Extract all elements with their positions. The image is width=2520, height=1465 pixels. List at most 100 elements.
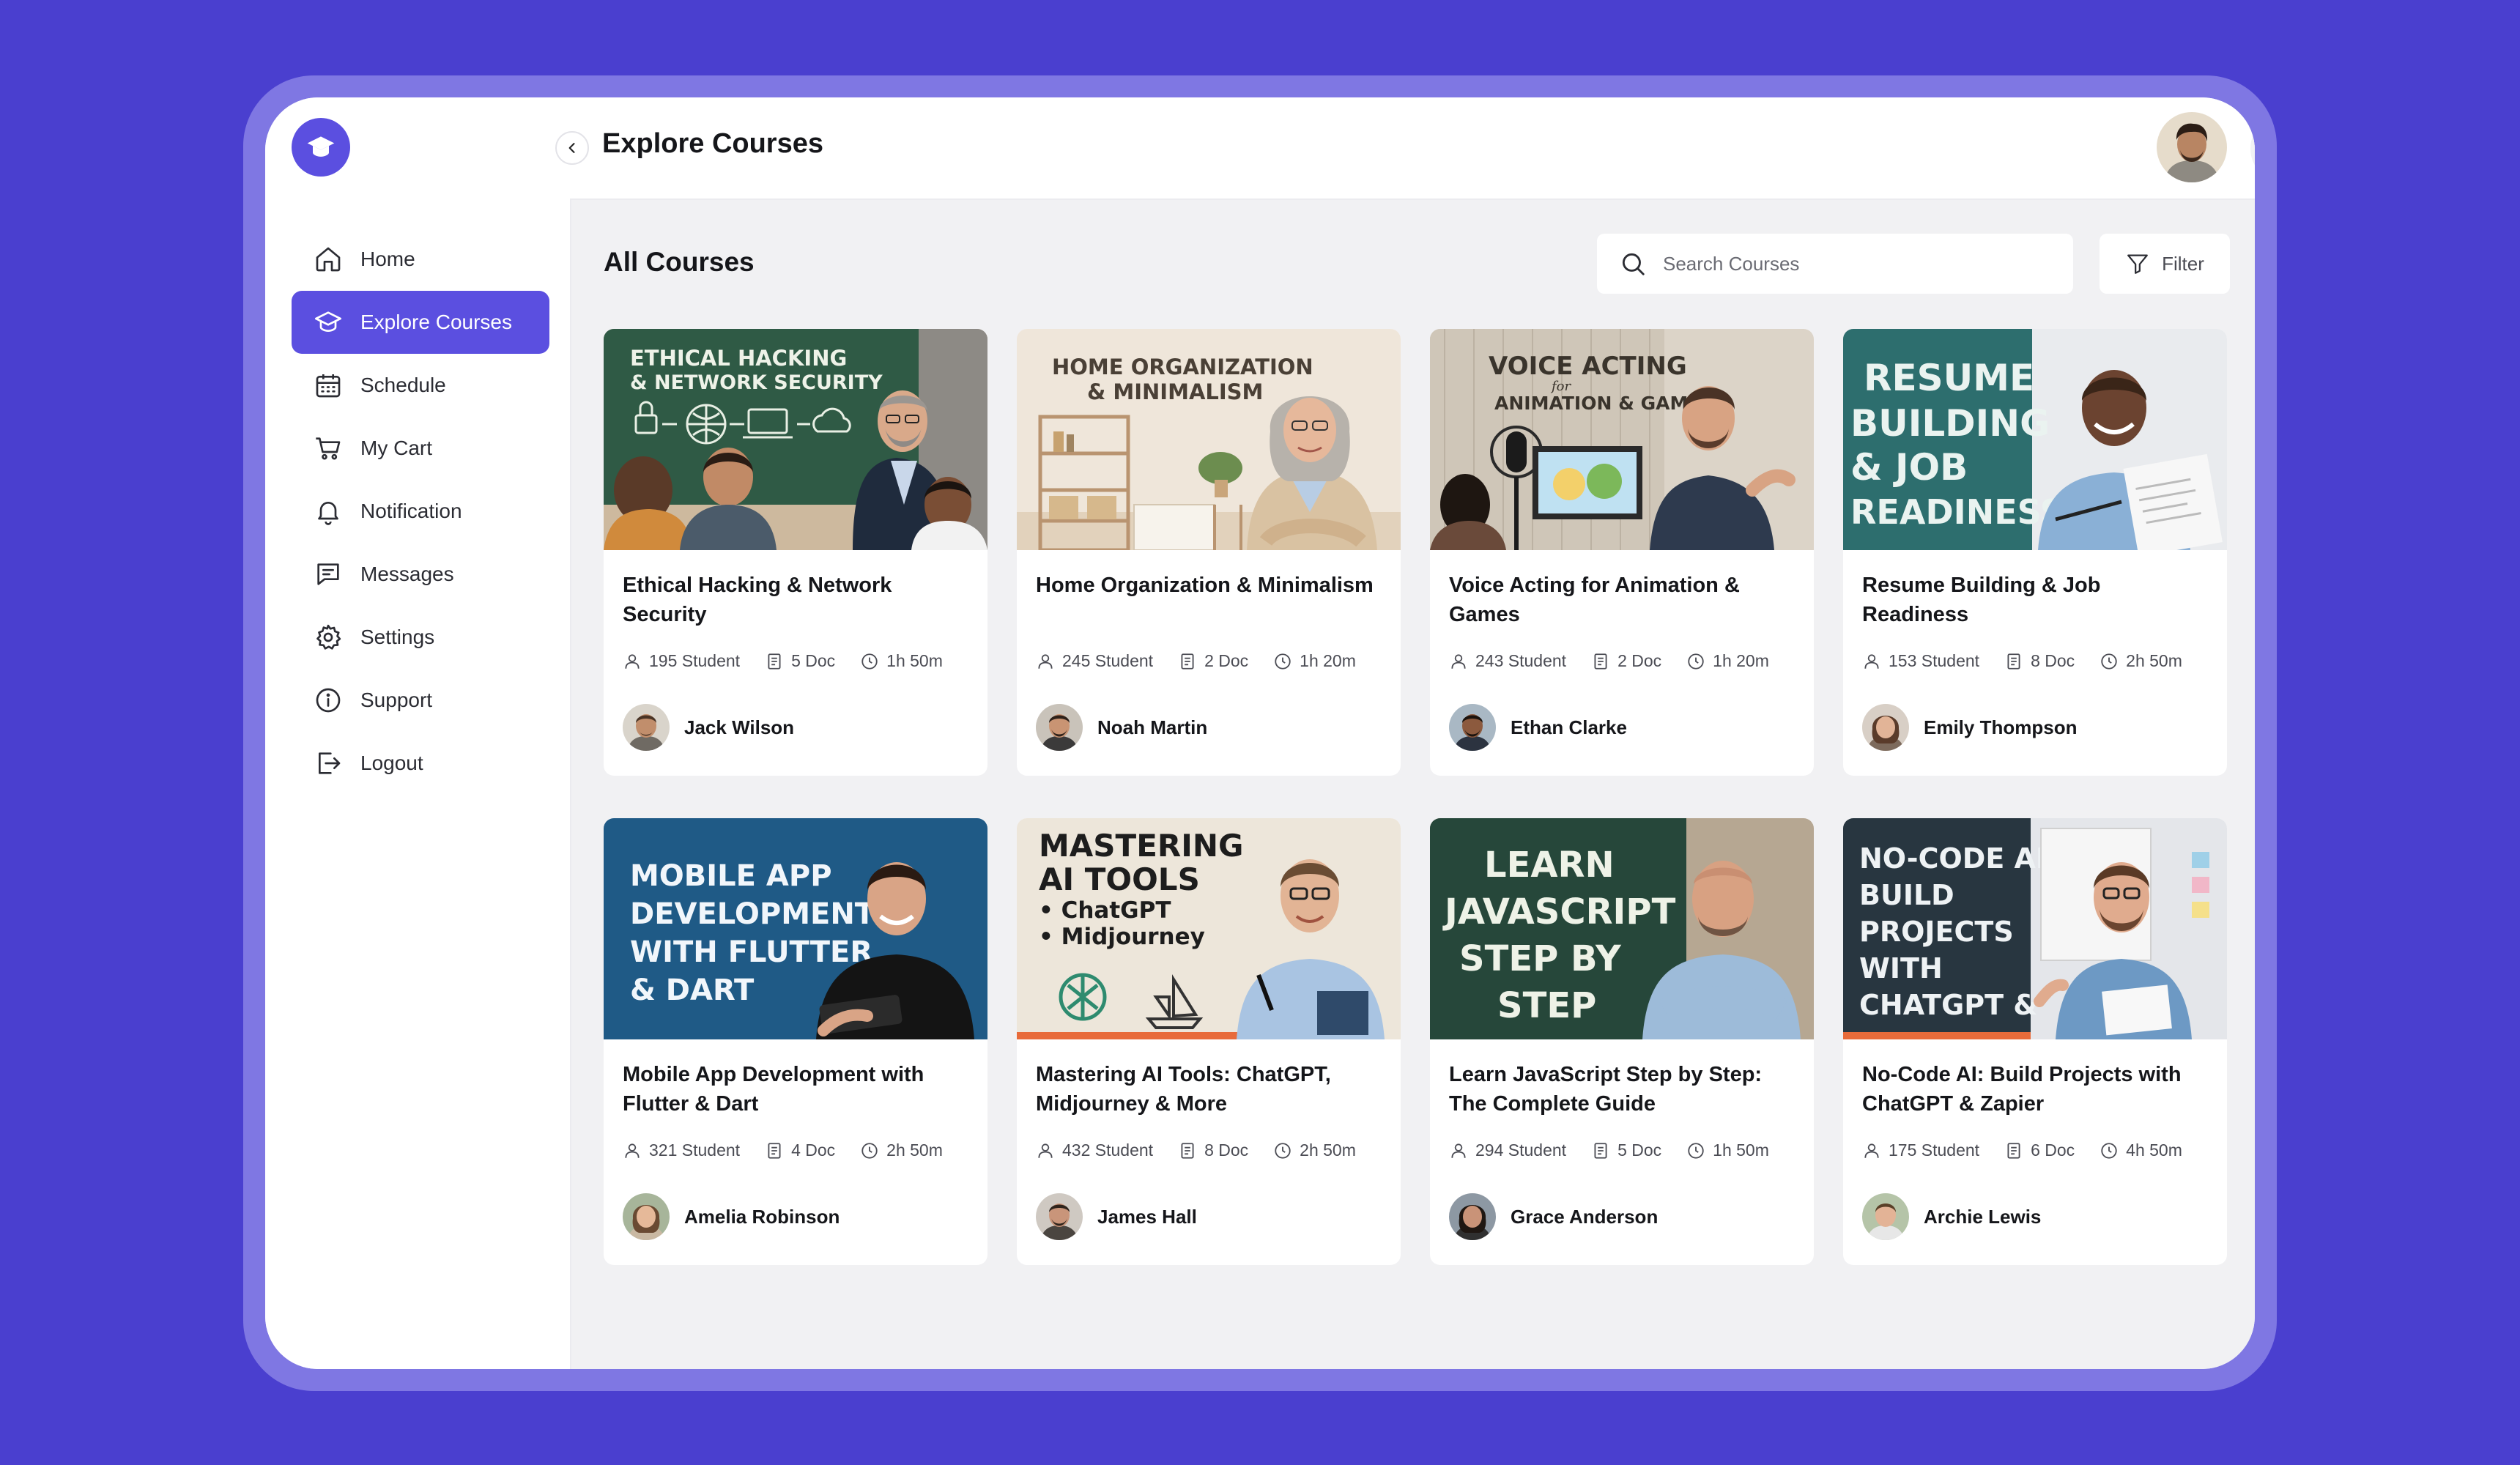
instructor: Jack Wilson [623, 704, 794, 751]
course-card[interactable]: LEARN JAVASCRIPT STEP BY STEP Learn Java… [1430, 818, 1814, 1265]
user-icon [1449, 1141, 1468, 1160]
thumbnail-text: for [1550, 379, 1571, 394]
instructor: Grace Anderson [1449, 1193, 1658, 1240]
instructor: Emily Thompson [1862, 704, 2077, 751]
course-card[interactable]: NO-CODE AI: BUILD PROJECTS WITH CHATGPT … [1843, 818, 2227, 1265]
sidebar-item-logout[interactable]: Logout [292, 732, 549, 795]
course-meta: 432 Student 8 Doc 2h 50m [1036, 1141, 1356, 1160]
course-title: Ethical Hacking & Network Security [623, 574, 892, 626]
document-icon [765, 1141, 784, 1160]
clock-icon [860, 652, 879, 671]
user-icon [1449, 652, 1468, 671]
graduation-cap-icon [312, 306, 344, 338]
document-icon [2004, 1141, 2023, 1160]
thumbnail-text: & DART [630, 973, 755, 1007]
course-card[interactable]: VOICE ACTING for ANIMATION & GAMES Voice… [1430, 329, 1814, 776]
document-icon [1591, 652, 1610, 671]
messages-button[interactable] [2250, 115, 2255, 182]
graduation-cap-icon [307, 136, 335, 157]
user-avatar[interactable] [2157, 112, 2227, 182]
course-title: Voice Acting for Animation & Games [1449, 574, 1740, 626]
course-meta: 243 Student 2 Doc 1h 20m [1449, 651, 1769, 671]
instructor: Ethan Clarke [1449, 704, 1627, 751]
duration: 1h 50m [886, 651, 943, 670]
app-logo[interactable] [292, 118, 350, 177]
student-count: 321 Student [649, 1141, 741, 1160]
duration: 4h 50m [2126, 1141, 2182, 1160]
cart-icon [312, 432, 344, 464]
thumbnail-text: LEARN [1484, 845, 1615, 886]
instructor-avatar [623, 704, 670, 751]
sidebar-item-label: Settings [360, 626, 435, 648]
student-count: 153 Student [1889, 651, 1980, 670]
course-meta: 153 Student 8 Doc 2h 50m [1862, 651, 2182, 671]
sidebar-item-label: Support [360, 689, 433, 711]
document-icon [765, 652, 784, 671]
student-count: 243 Student [1475, 651, 1567, 670]
top-bar: Explore Courses [555, 97, 2255, 200]
sidebar-item-notification[interactable]: Notification [292, 480, 549, 543]
thumbnail-text: ANIMATION & GAMES [1494, 393, 1713, 414]
instructor-name: Ethan Clarke [1511, 716, 1627, 738]
course-card[interactable]: MOBILE APP DEVELOPMENT WITH FLUTTER & DA… [604, 818, 987, 1265]
course-meta: 175 Student 6 Doc 4h 50m [1862, 1141, 2182, 1160]
course-card[interactable]: MASTERING AI TOOLS • ChatGPT • Midjourne… [1017, 818, 1401, 1265]
user-icon [1862, 652, 1881, 671]
clock-icon [2100, 1141, 2119, 1160]
course-meta: 294 Student 5 Doc 1h 50m [1449, 1141, 1769, 1160]
filter-label: Filter [2162, 252, 2204, 275]
search-input[interactable] [1661, 251, 2060, 276]
sidebar-item-label: Explore Courses [360, 311, 512, 333]
instructor-name: Archie Lewis [1924, 1205, 2042, 1228]
thumbnail-text: & MINIMALISM [1087, 379, 1263, 404]
sidebar-item-messages[interactable]: Messages [292, 543, 549, 606]
student-count: 432 Student [1062, 1141, 1154, 1160]
student-count: 294 Student [1475, 1141, 1567, 1160]
course-thumbnail: ETHICAL HACKING & NETWORK SECURITY [604, 329, 987, 550]
course-thumbnail: NO-CODE AI: BUILD PROJECTS WITH CHATGPT … [1843, 818, 2227, 1039]
user-icon [1036, 1141, 1055, 1160]
search-box[interactable] [1597, 234, 2073, 294]
course-title: No-Code AI: Build Projects with ChatGPT … [1862, 1063, 2182, 1116]
sidebar-item-support[interactable]: Support [292, 669, 549, 732]
clock-icon [1273, 652, 1292, 671]
instructor-avatar [1449, 704, 1496, 751]
collapse-sidebar-button[interactable] [555, 131, 589, 165]
doc-count: 8 Doc [1204, 1141, 1249, 1160]
clock-icon [2100, 652, 2119, 671]
user-icon [623, 652, 642, 671]
instructor-avatar [623, 1193, 670, 1240]
sidebar-item-settings[interactable]: Settings [292, 606, 549, 669]
duration: 2h 50m [1300, 1141, 1356, 1160]
page-title: Explore Courses [602, 128, 823, 159]
home-icon [312, 243, 344, 275]
course-thumbnail: MOBILE APP DEVELOPMENT WITH FLUTTER & DA… [604, 818, 987, 1039]
course-card[interactable]: RESUME BUILDING & JOB READINESS Resume B… [1843, 329, 2227, 776]
course-card[interactable]: HOME ORGANIZATION & MINIMALISM Home Orga… [1017, 329, 1401, 776]
course-card[interactable]: ETHICAL HACKING & NETWORK SECURITY Ethic… [604, 329, 987, 776]
bell-icon [312, 495, 344, 527]
sidebar-item-my-cart[interactable]: My Cart [292, 417, 549, 480]
doc-count: 4 Doc [791, 1141, 836, 1160]
sidebar-item-explore-courses[interactable]: Explore Courses [292, 291, 549, 354]
document-icon [1591, 1141, 1610, 1160]
thumbnail-text: & JOB [1850, 446, 1968, 489]
thumbnail-text: CHATGPT & [1859, 989, 2037, 1021]
app-window: Home Explore Courses Schedule My Cart No… [265, 97, 2255, 1369]
student-count: 175 Student [1889, 1141, 1980, 1160]
sidebar-item-label: My Cart [360, 437, 432, 459]
sidebar-item-label: Notification [360, 500, 462, 522]
main-content: All Courses Filter ETHICAL HACKING [571, 200, 2255, 1369]
course-title: Learn JavaScript Step by Step: The Compl… [1449, 1063, 1763, 1116]
sidebar-item-label: Logout [360, 752, 423, 774]
filter-button[interactable]: Filter [2100, 234, 2230, 294]
sidebar-item-schedule[interactable]: Schedule [292, 354, 549, 417]
clock-icon [1686, 1141, 1705, 1160]
doc-count: 5 Doc [791, 651, 836, 670]
instructor: James Hall [1036, 1193, 1197, 1240]
sidebar-item-home[interactable]: Home [292, 228, 549, 291]
doc-count: 6 Doc [2031, 1141, 2075, 1160]
duration: 1h 20m [1713, 651, 1769, 670]
document-icon [1178, 652, 1197, 671]
document-icon [1178, 1141, 1197, 1160]
